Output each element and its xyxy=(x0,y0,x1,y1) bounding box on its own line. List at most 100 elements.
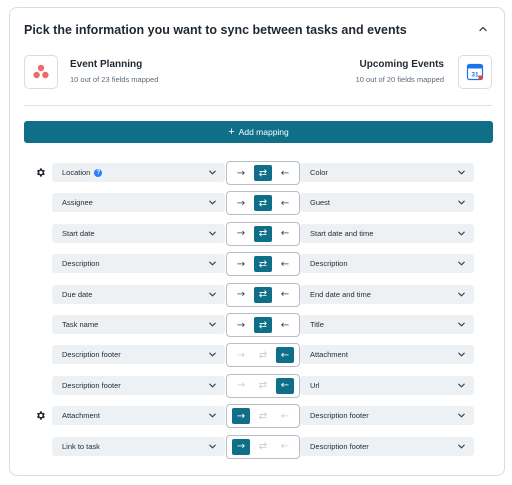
sync-right-to-left-button[interactable]: ← xyxy=(276,256,294,272)
chevron-down-icon xyxy=(209,413,216,418)
sync-both-ways-button[interactable]: ⇄ xyxy=(254,286,272,303)
right-field-select[interactable]: End date and time xyxy=(300,284,474,304)
left-field-select[interactable]: Description xyxy=(52,254,225,274)
chevron-down-icon xyxy=(209,292,216,297)
sync-left-to-right-button[interactable]: → xyxy=(232,256,250,272)
sync-right-to-left-button[interactable]: ← xyxy=(276,408,294,424)
arrows-both-icon: ⇄ xyxy=(258,197,268,209)
right-field-select[interactable]: Description footer xyxy=(300,406,474,426)
left-field-select[interactable]: Link to task xyxy=(52,436,225,456)
right-field-select[interactable]: Guest xyxy=(300,193,474,213)
left-field-select[interactable]: Description footer xyxy=(52,375,225,395)
sync-right-to-left-button[interactable]: ← xyxy=(276,347,294,364)
left-field-select[interactable]: Due date xyxy=(52,284,225,304)
info-icon[interactable]: ? xyxy=(94,168,103,177)
calendar-icon: 31 xyxy=(458,55,492,89)
right-field-select[interactable]: Start date and time xyxy=(300,223,474,243)
sync-both-ways-button[interactable]: ⇄ xyxy=(254,225,272,242)
chevron-down-icon xyxy=(458,231,465,236)
right-field-label: Description footer xyxy=(310,441,369,451)
arrow-right-icon: → xyxy=(236,380,246,392)
sync-left-to-right-button[interactable]: → xyxy=(232,226,250,242)
sync-both-ways-button[interactable]: ⇄ xyxy=(254,165,272,181)
collapse-button[interactable] xyxy=(476,22,490,36)
arrow-left-icon: ← xyxy=(280,258,290,270)
sync-right-to-left-button[interactable]: ← xyxy=(276,439,294,455)
sync-left-to-right-button[interactable]: → xyxy=(232,408,250,425)
chevron-down-icon xyxy=(458,170,465,175)
arrow-right-icon: → xyxy=(236,410,246,422)
add-mapping-button[interactable]: + Add mapping xyxy=(24,121,493,143)
sync-right-to-left-button[interactable]: ← xyxy=(276,226,294,242)
sync-direction-toggle: → ⇄ ← xyxy=(226,343,300,368)
arrow-right-icon: → xyxy=(236,167,246,179)
left-field-label: Due date xyxy=(62,289,93,299)
sync-left-to-right-button[interactable]: → xyxy=(232,347,250,363)
chevron-up-icon xyxy=(479,26,487,32)
arrow-left-icon: ← xyxy=(280,441,290,453)
left-field-label: Location xyxy=(62,168,91,177)
arrow-left-icon: ← xyxy=(280,197,290,209)
left-field-select[interactable]: Attachment xyxy=(52,406,225,426)
mapping-row: Task name → ⇄ ← Title xyxy=(10,313,506,337)
right-field-select[interactable]: Title xyxy=(300,315,474,334)
sync-both-ways-button[interactable]: ⇄ xyxy=(254,439,272,455)
chevron-down-icon xyxy=(458,352,465,358)
sync-settings-panel: Pick the information you want to sync be… xyxy=(9,7,505,476)
arrow-right-icon: → xyxy=(236,349,246,361)
sync-left-to-right-button[interactable]: → xyxy=(232,317,250,333)
arrow-right-icon: → xyxy=(236,228,246,240)
sync-right-to-left-button[interactable]: ← xyxy=(276,165,294,181)
chevron-down-icon xyxy=(458,383,465,388)
sync-direction-toggle: → ⇄ ← xyxy=(226,373,300,398)
sync-left-to-right-button[interactable]: → xyxy=(232,438,250,455)
left-field-select[interactable]: Description footer xyxy=(52,345,225,365)
asana-icon xyxy=(24,55,58,89)
sync-both-ways-button[interactable]: ⇄ xyxy=(254,317,272,333)
row-settings-button[interactable] xyxy=(34,409,46,421)
sync-both-ways-button[interactable]: ⇄ xyxy=(254,347,272,363)
left-field-select[interactable]: Start date xyxy=(52,223,225,243)
sync-right-to-left-button[interactable]: ← xyxy=(276,195,294,211)
sync-both-ways-button[interactable]: ⇄ xyxy=(254,378,272,394)
sync-right-to-left-button[interactable]: ← xyxy=(276,377,294,394)
left-field-label: Description footer xyxy=(62,350,121,360)
sync-left-to-right-button[interactable]: → xyxy=(232,378,250,394)
right-field-select[interactable]: Attachment xyxy=(300,345,474,365)
chevron-down-icon xyxy=(209,170,216,175)
left-field-label: Start date xyxy=(62,228,95,238)
sync-left-to-right-button[interactable]: → xyxy=(232,165,250,181)
sync-right-to-left-button[interactable]: ← xyxy=(276,317,294,333)
sync-direction-toggle: → ⇄ ← xyxy=(226,434,300,459)
mapping-row: Assignee → ⇄ ← Guest xyxy=(10,191,506,216)
sync-both-ways-button[interactable]: ⇄ xyxy=(254,256,272,273)
row-settings-button[interactable] xyxy=(34,166,46,178)
right-field-select[interactable]: Description footer xyxy=(300,436,474,456)
sync-right-to-left-button[interactable]: ← xyxy=(276,287,294,303)
chevron-down-icon xyxy=(209,444,216,449)
right-field-label: Start date and time xyxy=(310,228,374,238)
mapping-row: Description footer → ⇄ ← Attachment xyxy=(10,343,506,368)
sync-both-ways-button[interactable]: ⇄ xyxy=(254,408,272,424)
gear-icon xyxy=(36,411,45,420)
left-field-select[interactable]: Location? xyxy=(52,163,225,182)
left-field-select[interactable]: Assignee xyxy=(52,193,225,213)
right-field-select[interactable]: Color xyxy=(300,163,474,182)
left-field-select[interactable]: Task name xyxy=(52,315,225,334)
plus-icon: + xyxy=(228,125,235,138)
arrow-left-icon: ← xyxy=(280,319,290,331)
sync-both-ways-button[interactable]: ⇄ xyxy=(254,195,272,212)
arrow-left-icon: ← xyxy=(280,410,290,422)
mapping-row: Link to task → ⇄ ← Description footer xyxy=(10,434,506,459)
left-field-label: Link to task xyxy=(62,441,100,451)
chevron-down-icon xyxy=(209,261,216,266)
arrows-both-icon: ⇄ xyxy=(258,319,268,331)
sync-direction-toggle: → ⇄ ← xyxy=(226,191,300,216)
sync-left-to-right-button[interactable]: → xyxy=(232,287,250,303)
right-field-select[interactable]: Url xyxy=(300,375,474,395)
mapping-row: Start date → ⇄ ← Start date and time xyxy=(10,221,506,246)
gear-icon xyxy=(36,167,45,177)
right-field-select[interactable]: Description xyxy=(300,254,474,274)
sync-left-to-right-button[interactable]: → xyxy=(232,195,250,211)
right-field-label: Color xyxy=(310,168,328,177)
